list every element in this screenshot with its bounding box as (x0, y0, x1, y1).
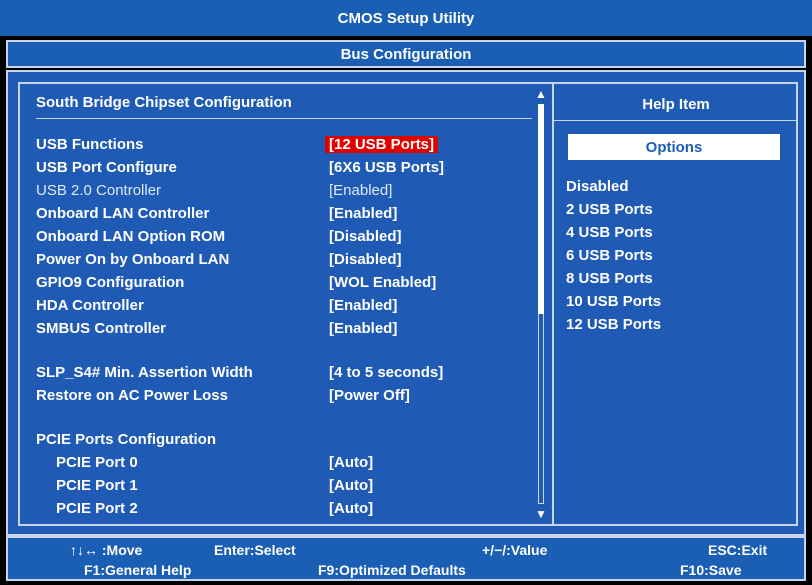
setting-label: SLP_S4# Min. Assertion Width (36, 364, 253, 381)
setting-value[interactable]: [6X6 USB Ports] (329, 159, 444, 176)
option-item: 12 USB Ports (566, 316, 662, 333)
setting-row[interactable]: Restore on AC Power Loss [Power Off] (36, 387, 536, 409)
setting-label: PCIE Port 2 (56, 500, 138, 517)
setting-value[interactable]: [Disabled] (329, 228, 402, 245)
option-item: 6 USB Ports (566, 247, 653, 264)
option-item: 8 USB Ports (566, 270, 653, 287)
help-title: Help Item (642, 96, 710, 113)
setting-value[interactable]: [4 to 5 seconds] (329, 364, 443, 381)
setting-label: USB 2.0 Controller (36, 182, 162, 199)
setting-value[interactable]: [Disabled] (329, 251, 402, 268)
page-title: Bus Configuration (6, 40, 806, 68)
setting-value[interactable]: [Enabled] (329, 205, 397, 222)
footer-f10: F10:Save (680, 562, 742, 578)
content-frame: South Bridge Chipset Configuration USB F… (18, 82, 798, 526)
scroll-up-icon[interactable]: ▲ (534, 86, 548, 102)
settings-pane: South Bridge Chipset Configuration USB F… (20, 84, 547, 524)
setting-label: Onboard LAN Controller (36, 205, 210, 222)
setting-value[interactable]: [Power Off] (329, 387, 410, 404)
app-title: CMOS Setup Utility (0, 0, 812, 36)
scrollbar[interactable]: ▲ ▼ (534, 86, 548, 524)
footer-enter: Enter:Select (214, 542, 296, 558)
setting-value[interactable]: [Enabled] (329, 320, 397, 337)
setting-value[interactable]: [Enabled] (329, 297, 397, 314)
section-title: South Bridge Chipset Configuration (36, 94, 292, 111)
option-item: 10 USB Ports (566, 293, 662, 310)
setting-row[interactable]: USB 2.0 Controller [Enabled] (36, 182, 536, 204)
setting-row[interactable]: PCIE Port 1 [Auto] (36, 477, 536, 499)
setting-row[interactable]: USB Port Configure [6X6 USB Ports] (36, 159, 536, 181)
cmos-setup-screen: CMOS Setup Utility Bus Configuration Sou… (0, 0, 812, 585)
setting-label: HDA Controller (36, 297, 144, 314)
setting-row[interactable]: Onboard LAN Controller [Enabled] (36, 205, 536, 227)
setting-value[interactable]: [WOL Enabled] (329, 274, 436, 291)
option-item: Disabled (566, 178, 629, 195)
setting-value[interactable]: [Auto] (329, 454, 373, 471)
scroll-down-icon[interactable]: ▼ (534, 506, 548, 522)
main-panel: South Bridge Chipset Configuration USB F… (6, 70, 806, 536)
setting-label: GPIO9 Configuration (36, 274, 185, 291)
setting-label: PCIE Ports Configuration (36, 431, 216, 448)
setting-label: USB Port Configure (36, 159, 177, 176)
setting-row[interactable]: USB Functions [12 USB Ports] (36, 136, 536, 158)
setting-label: PCIE Port 1 (56, 477, 138, 494)
footer-esc: ESC:Exit (708, 542, 768, 558)
setting-label: PCIE Port 0 (56, 454, 138, 471)
setting-label: Power On by Onboard LAN (36, 251, 230, 268)
setting-value[interactable]: [Auto] (329, 500, 373, 517)
help-divider (554, 120, 798, 121)
options-list: Disabled 2 USB Ports 4 USB Ports 6 USB Port… (566, 178, 661, 339)
setting-label: Restore on AC Power Loss (36, 387, 228, 404)
setting-value[interactable]: [Auto] (329, 477, 373, 494)
setting-row: PCIE Ports Configuration (36, 431, 536, 453)
setting-row[interactable]: PCIE Port 0 [Auto] (36, 454, 536, 476)
setting-row[interactable]: PCIE Port 2 [Auto] (36, 500, 536, 522)
option-item: 2 USB Ports (566, 201, 653, 218)
setting-value[interactable]: [12 USB Ports] (325, 136, 439, 153)
setting-row[interactable]: SLP_S4# Min. Assertion Width [4 to 5 seco… (36, 364, 536, 386)
setting-row[interactable]: GPIO9 Configuration [WOL Enabled] (36, 274, 536, 296)
scroll-thumb[interactable] (538, 104, 544, 314)
footer-value: +/−/:Value (482, 542, 548, 558)
options-heading: Options (568, 134, 780, 160)
setting-label: SMBUS Controller (36, 320, 167, 337)
footer-f1: F1:General Help (84, 562, 192, 578)
option-item: 4 USB Ports (566, 224, 653, 241)
setting-row[interactable]: Onboard LAN Option ROM [Disabled] (36, 228, 536, 250)
setting-label: Onboard LAN Option ROM (36, 228, 226, 245)
setting-row[interactable]: SMBUS Controller [Enabled] (36, 320, 536, 342)
setting-row[interactable]: Power On by Onboard LAN [Disabled] (36, 251, 536, 273)
section-divider (36, 118, 532, 119)
help-pane: Help Item Options Disabled 2 USB Ports 4 U… (552, 84, 798, 524)
setting-row[interactable]: HDA Controller [Enabled] (36, 297, 536, 319)
footer-f9: F9:Optimized Defaults (318, 562, 466, 578)
footer-move: ↑↓↔ :Move (70, 542, 143, 558)
footer-bar: ↑↓↔ :Move Enter:Select +/−/:Value ESC:Ex… (6, 536, 806, 581)
setting-label: USB Functions (36, 136, 144, 153)
setting-value[interactable]: [Enabled] (329, 182, 392, 199)
